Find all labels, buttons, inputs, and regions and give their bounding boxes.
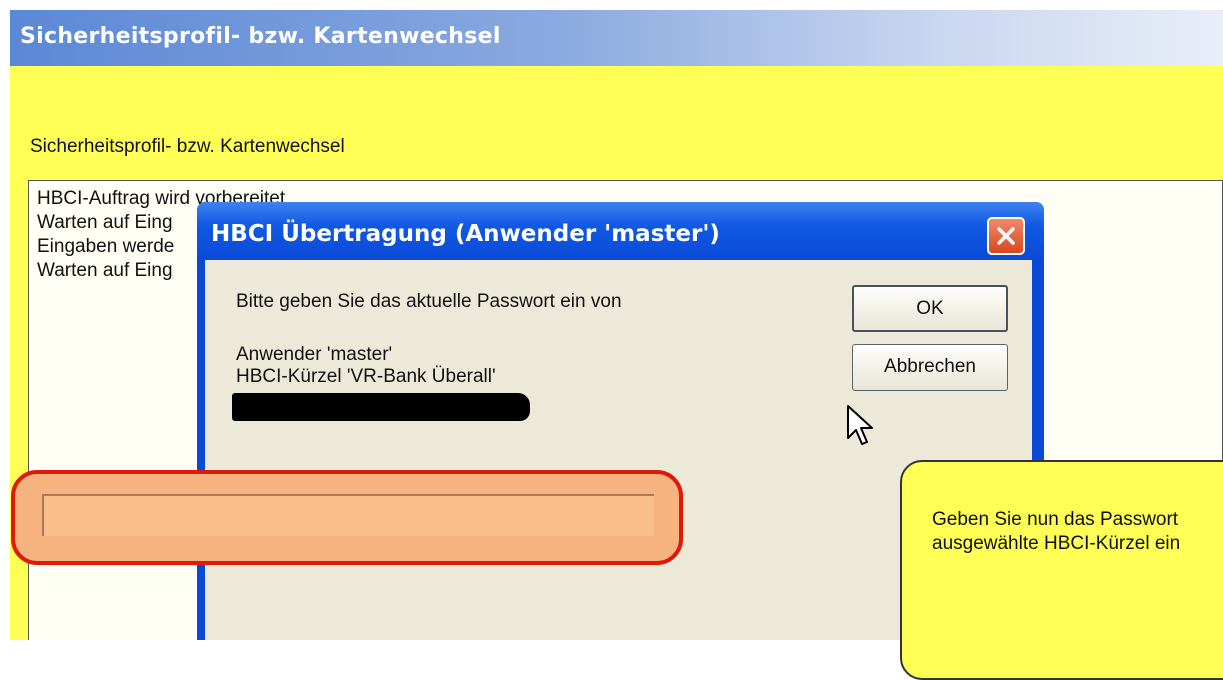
help-line: Geben Sie nun das Passwort <box>932 509 1179 530</box>
mouse-cursor-icon <box>847 405 873 445</box>
dialog-titlebar[interactable]: HBCI Übertragung (Anwender 'master') <box>197 202 1044 262</box>
prompt-text: Bitte geben Sie das aktuelle Passwort ei… <box>236 291 622 312</box>
password-input[interactable] <box>42 494 654 536</box>
hbci-line: HBCI-Kürzel 'VR-Bank Überall' <box>236 366 496 387</box>
help-text: Geben Sie nun das Passwort ausgewählte H… <box>932 508 1180 556</box>
redacted-bar <box>232 393 530 421</box>
help-line: ausgewählte HBCI-Kürzel ein <box>932 533 1181 554</box>
ok-button[interactable]: OK <box>852 285 1008 332</box>
close-button[interactable] <box>987 217 1025 255</box>
section-heading: Sicherheitsprofil- bzw. Kartenwechsel <box>30 136 345 157</box>
close-icon <box>997 227 1015 245</box>
dialog-title: HBCI Übertragung (Anwender 'master') <box>211 221 720 247</box>
cancel-button[interactable]: Abbrechen <box>852 344 1008 391</box>
outer-window-title: Sicherheitsprofil- bzw. Kartenwechsel <box>20 24 501 49</box>
outer-titlebar: Sicherheitsprofil- bzw. Kartenwechsel <box>10 10 1223 66</box>
user-line: Anwender 'master' <box>236 344 393 365</box>
password-highlight <box>11 470 683 565</box>
help-balloon: Geben Sie nun das Passwort ausgewählte H… <box>900 460 1223 680</box>
user-info: Anwender 'master' HBCI-Kürzel 'VR-Bank Ü… <box>236 344 496 388</box>
